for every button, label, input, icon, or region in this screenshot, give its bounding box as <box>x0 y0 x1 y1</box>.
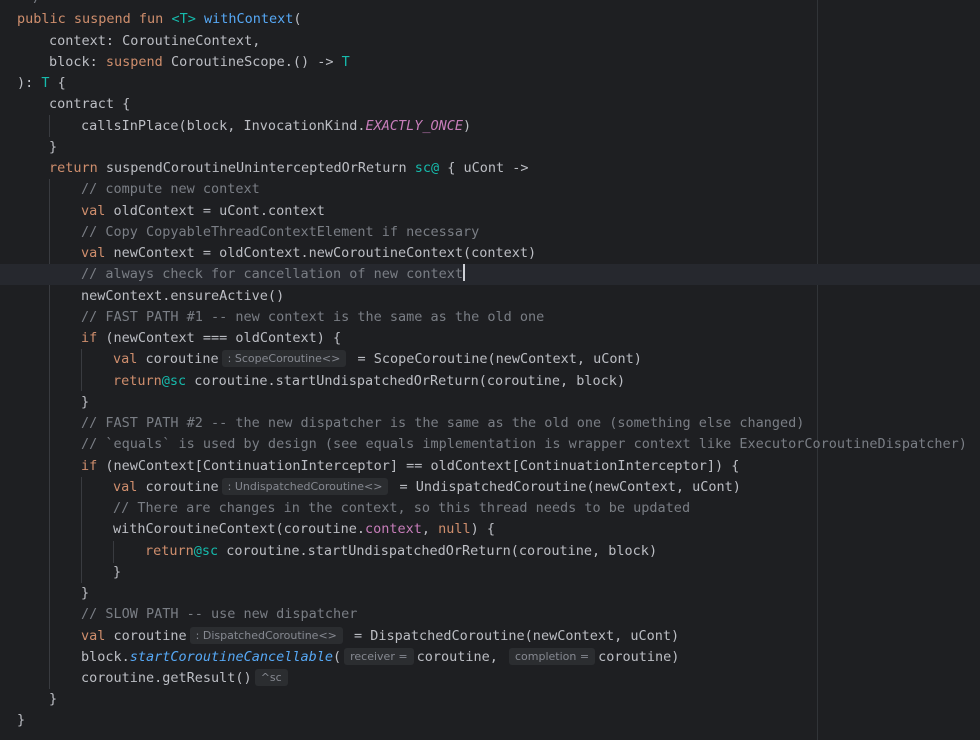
code-line-comment: // `equals` is used by design (see equal… <box>81 436 967 452</box>
right-margin-guide <box>817 0 818 740</box>
code-line-with-coroutine-context: withCoroutineContext(coroutine.context, … <box>113 521 496 537</box>
code-line-ensure-active: newContext.ensureActive() <box>81 288 285 304</box>
code-line-start-cancellable: block.startCoroutineCancellable(receiver… <box>81 648 680 665</box>
parameter-inlay-hint[interactable]: receiver = <box>344 648 414 665</box>
comment: // always check for cancellation of new … <box>81 266 464 282</box>
code-line-param-context: context: CoroutineContext, <box>49 33 261 49</box>
indent-guide <box>81 349 82 391</box>
code-editor[interactable]: */ public suspend fun <T> withContext( c… <box>0 0 980 740</box>
text-cursor <box>463 264 466 281</box>
code-line-brace: } <box>49 691 58 707</box>
indent-guide <box>49 179 50 689</box>
label: sc@ <box>414 160 440 176</box>
code-line-comment: // FAST PATH #1 -- new context is the sa… <box>81 309 545 325</box>
keyword: val <box>81 203 114 219</box>
keyword: val <box>81 245 114 261</box>
type-inlay-hint[interactable]: : UndispatchedCoroutine<> <box>221 478 389 495</box>
keyword: null <box>438 521 471 537</box>
keyword: val <box>113 351 146 367</box>
code-line-old-context: val oldContext = uCont.context <box>81 203 325 219</box>
return-label-inlay-hint[interactable]: ^sc <box>254 669 288 686</box>
code-line-brace: } <box>81 585 90 601</box>
keyword: return <box>49 160 106 176</box>
indent-guide <box>113 541 114 563</box>
code-line-brace: } <box>49 139 58 155</box>
code-line-if-fast-path-2: if (newContext[ContinuationInterceptor] … <box>81 458 740 474</box>
code-line-brace: } <box>113 564 122 580</box>
code-line-comment: // Copy CopyableThreadContextElement if … <box>81 224 480 240</box>
type-parameter: <T> <box>171 11 204 27</box>
keyword: if <box>81 330 106 346</box>
code-line-comment: */ <box>25 0 41 9</box>
type-parameter: T <box>341 54 350 70</box>
code-line-return-sc: return@sc coroutine.startUndispatchedOrR… <box>145 543 658 559</box>
code-line-function-signature: public suspend fun <T> withContext( <box>17 11 302 27</box>
keyword: val <box>81 628 114 644</box>
keyword: val <box>113 479 146 495</box>
code-line-if-fast-path-1: if (newContext === oldContext) { <box>81 330 342 346</box>
code-line-contract: contract { <box>49 96 131 112</box>
code-line-comment: // SLOW PATH -- use new dispatcher <box>81 606 358 622</box>
code-line-comment: // There are changes in the context, so … <box>113 500 691 516</box>
code-line-get-result: coroutine.getResult() ^sc <box>81 668 291 689</box>
keyword: if <box>81 458 106 474</box>
extension-function: startCoroutineCancellable <box>129 649 333 665</box>
code-line-return-suspend: return suspendCoroutineUninterceptedOrRe… <box>49 160 529 176</box>
code-line-comment: // FAST PATH #2 -- the new dispatcher is… <box>81 415 805 431</box>
code-line-current[interactable]: // always check for cancellation of new … <box>0 264 980 285</box>
code-line-param-block: block: suspend CoroutineScope.() -> T <box>49 54 350 70</box>
keyword: suspend <box>105 54 171 70</box>
code-line-undispatched-coroutine: val coroutine: UndispatchedCoroutine<> =… <box>113 478 741 495</box>
enum-constant: EXACTLY_ONCE <box>365 118 464 134</box>
keyword: public suspend fun <box>17 11 172 27</box>
keyword: return <box>113 373 162 389</box>
code-line-scope-coroutine: val coroutine: ScopeCoroutine<> = ScopeC… <box>113 350 642 367</box>
code-line-new-context: val newContext = oldContext.newCoroutine… <box>81 245 537 261</box>
indent-guide <box>81 477 82 583</box>
code-line-dispatched-coroutine: val coroutine: DispatchedCoroutine<> = D… <box>81 627 680 644</box>
parameter-inlay-hint[interactable]: completion = <box>508 648 596 665</box>
property: context <box>364 521 422 537</box>
code-line-comment: // compute new context <box>81 181 260 197</box>
code-line-calls-in-place: callsInPlace(block, InvocationKind.EXACT… <box>81 118 472 134</box>
label: @sc <box>161 373 187 389</box>
function-name: withContext <box>203 11 294 27</box>
code-line-brace: } <box>81 394 90 410</box>
keyword: return <box>145 543 194 559</box>
code-line-return-sc: return@sc coroutine.startUndispatchedOrR… <box>113 373 626 389</box>
label: @sc <box>193 543 219 559</box>
type-inlay-hint[interactable]: : DispatchedCoroutine<> <box>189 627 343 644</box>
code-line-brace: } <box>17 712 26 728</box>
type-inlay-hint[interactable]: : ScopeCoroutine<> <box>221 350 347 367</box>
code-line-return-type: ): T { <box>17 75 66 91</box>
indent-guide <box>49 115 50 137</box>
type-parameter: T <box>41 75 50 91</box>
